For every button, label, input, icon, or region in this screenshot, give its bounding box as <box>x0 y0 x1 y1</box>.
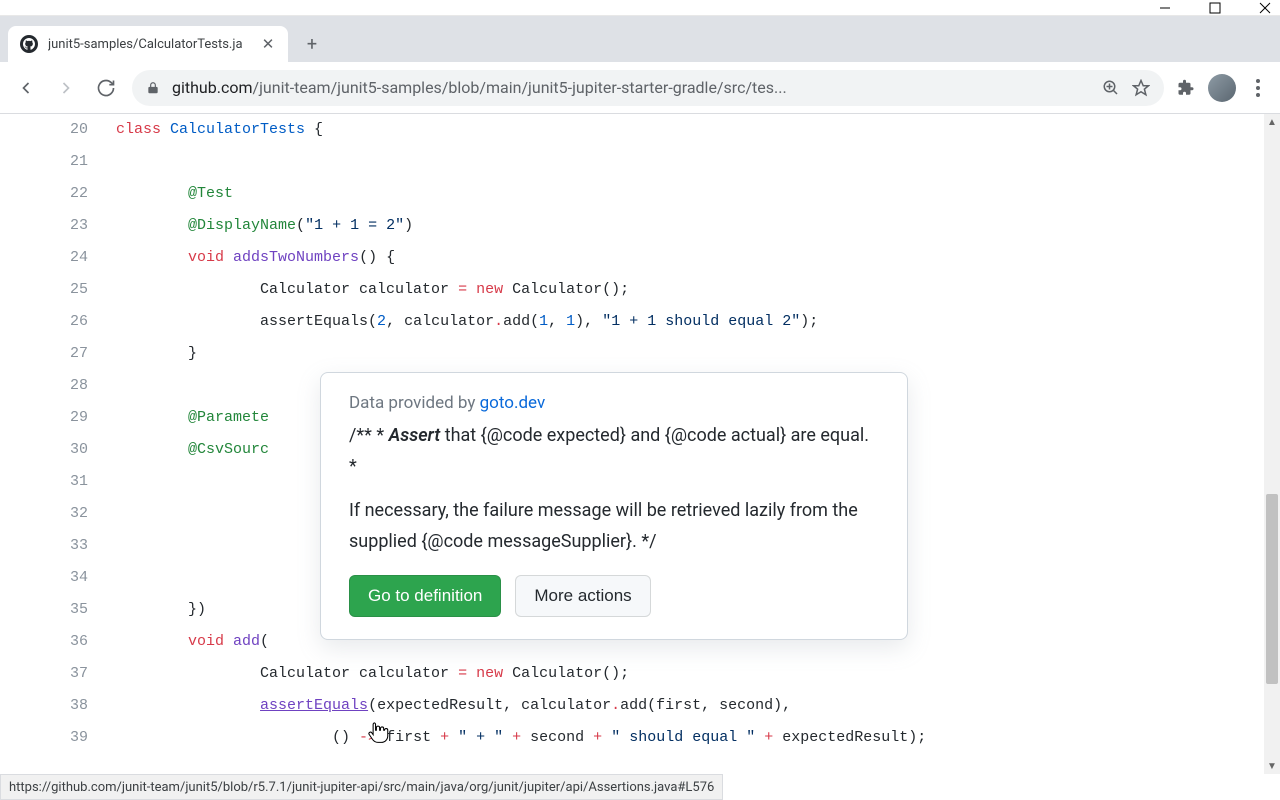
profile-avatar[interactable] <box>1208 74 1236 102</box>
code-text: class CalculatorTests { <box>116 114 323 146</box>
line-number: 21 <box>0 146 116 178</box>
lock-icon <box>146 81 160 95</box>
code-line: 21 <box>0 146 1280 178</box>
line-number: 35 <box>0 594 116 626</box>
nav-forward-button[interactable] <box>52 74 80 102</box>
line-number: 38 <box>0 690 116 722</box>
github-favicon-icon <box>20 35 38 53</box>
code-line: 25 Calculator calculator = new Calculato… <box>0 274 1280 306</box>
line-number: 32 <box>0 498 116 530</box>
new-tab-button[interactable]: + <box>298 30 326 58</box>
code-line: 26 assertEquals(2, calculator.add(1, 1),… <box>0 306 1280 338</box>
popover-actions: Go to definition More actions <box>349 575 879 617</box>
line-number: 23 <box>0 210 116 242</box>
browser-statusbar: https://github.com/junit-team/junit5/blo… <box>0 774 723 800</box>
code-line: 27 } <box>0 338 1280 370</box>
code-line: 37 Calculator calculator = new Calculato… <box>0 658 1280 690</box>
code-text: Calculator calculator = new Calculator()… <box>116 658 629 690</box>
bookmark-star-icon[interactable] <box>1132 79 1150 97</box>
popover-provider-link[interactable]: goto.dev <box>480 393 546 413</box>
code-line: 20class CalculatorTests { <box>0 114 1280 146</box>
zoom-icon[interactable] <box>1102 79 1120 97</box>
code-text: @DisplayName("1 + 1 = 2") <box>116 210 413 242</box>
code-line: 22 @Test <box>0 178 1280 210</box>
line-number: 39 <box>0 722 116 754</box>
address-bar[interactable]: github.com/junit-team/junit5-samples/blo… <box>132 70 1164 106</box>
nav-back-button[interactable] <box>12 74 40 102</box>
line-number: 34 <box>0 562 116 594</box>
scroll-up-arrow[interactable]: ▲ <box>1264 114 1280 130</box>
window-minimize-button[interactable] <box>1158 1 1172 15</box>
code-text: } <box>116 338 197 370</box>
line-number: 36 <box>0 626 116 658</box>
browser-menu-button[interactable] <box>1248 79 1268 97</box>
line-number: 31 <box>0 466 116 498</box>
code-text: void addsTwoNumbers() { <box>116 242 395 274</box>
line-number: 33 <box>0 530 116 562</box>
code-text: @Test <box>116 178 233 210</box>
tab-close-button[interactable]: ✕ <box>260 36 276 52</box>
tab-title: junit5-samples/CalculatorTests.ja <box>48 37 250 52</box>
code-text: @CsvSourc <box>116 434 269 466</box>
code-line: 24 void addsTwoNumbers() { <box>0 242 1280 274</box>
line-number: 24 <box>0 242 116 274</box>
go-to-definition-button[interactable]: Go to definition <box>349 575 501 617</box>
code-text: void add( <box>116 626 269 658</box>
window-titlebar <box>0 0 1280 16</box>
code-text: () -> first + " + " + second + " should … <box>116 722 926 754</box>
page-content: 20class CalculatorTests {2122 @Test23 @D… <box>0 114 1280 774</box>
code-text: assertEquals(expectedResult, calculator.… <box>116 690 791 722</box>
window-maximize-button[interactable] <box>1208 1 1222 15</box>
url-text: github.com/junit-team/junit5-samples/blo… <box>172 78 1090 97</box>
window-close-button[interactable] <box>1258 1 1272 15</box>
code-text: Calculator calculator = new Calculator()… <box>116 274 629 306</box>
line-number: 29 <box>0 402 116 434</box>
hover-popover: Data provided by goto.dev /** * Assert t… <box>320 372 908 640</box>
code-text: assertEquals(2, calculator.add(1, 1), "1… <box>116 306 818 338</box>
line-number: 22 <box>0 178 116 210</box>
nav-reload-button[interactable] <box>92 74 120 102</box>
vertical-scrollbar[interactable]: ▲ ▼ <box>1264 114 1280 774</box>
scroll-thumb[interactable] <box>1266 494 1278 684</box>
browser-tab-active[interactable]: junit5-samples/CalculatorTests.ja ✕ <box>8 26 288 62</box>
code-line: 23 @DisplayName("1 + 1 = 2") <box>0 210 1280 242</box>
code-text: @Paramete <box>116 402 269 434</box>
line-number: 20 <box>0 114 116 146</box>
line-number: 28 <box>0 370 116 402</box>
symbol-link[interactable]: assertEquals <box>260 697 368 714</box>
popover-body: /** * Assert that {@code expected} and {… <box>349 421 879 557</box>
code-text: }) <box>116 594 206 626</box>
line-number: 26 <box>0 306 116 338</box>
code-line: 38 assertEquals(expectedResult, calculat… <box>0 690 1280 722</box>
status-url: https://github.com/junit-team/junit5/blo… <box>9 780 714 795</box>
line-number: 25 <box>0 274 116 306</box>
code-line: 39 () -> first + " + " + second + " shou… <box>0 722 1280 754</box>
popover-provider: Data provided by goto.dev <box>349 393 879 413</box>
browser-toolbar: github.com/junit-team/junit5-samples/blo… <box>0 62 1280 114</box>
line-number: 37 <box>0 658 116 690</box>
line-number: 30 <box>0 434 116 466</box>
line-number: 27 <box>0 338 116 370</box>
browser-tabbar: junit5-samples/CalculatorTests.ja ✕ + <box>0 16 1280 62</box>
scroll-down-arrow[interactable]: ▼ <box>1264 758 1280 774</box>
extensions-icon[interactable] <box>1176 78 1196 98</box>
more-actions-button[interactable]: More actions <box>515 575 650 617</box>
